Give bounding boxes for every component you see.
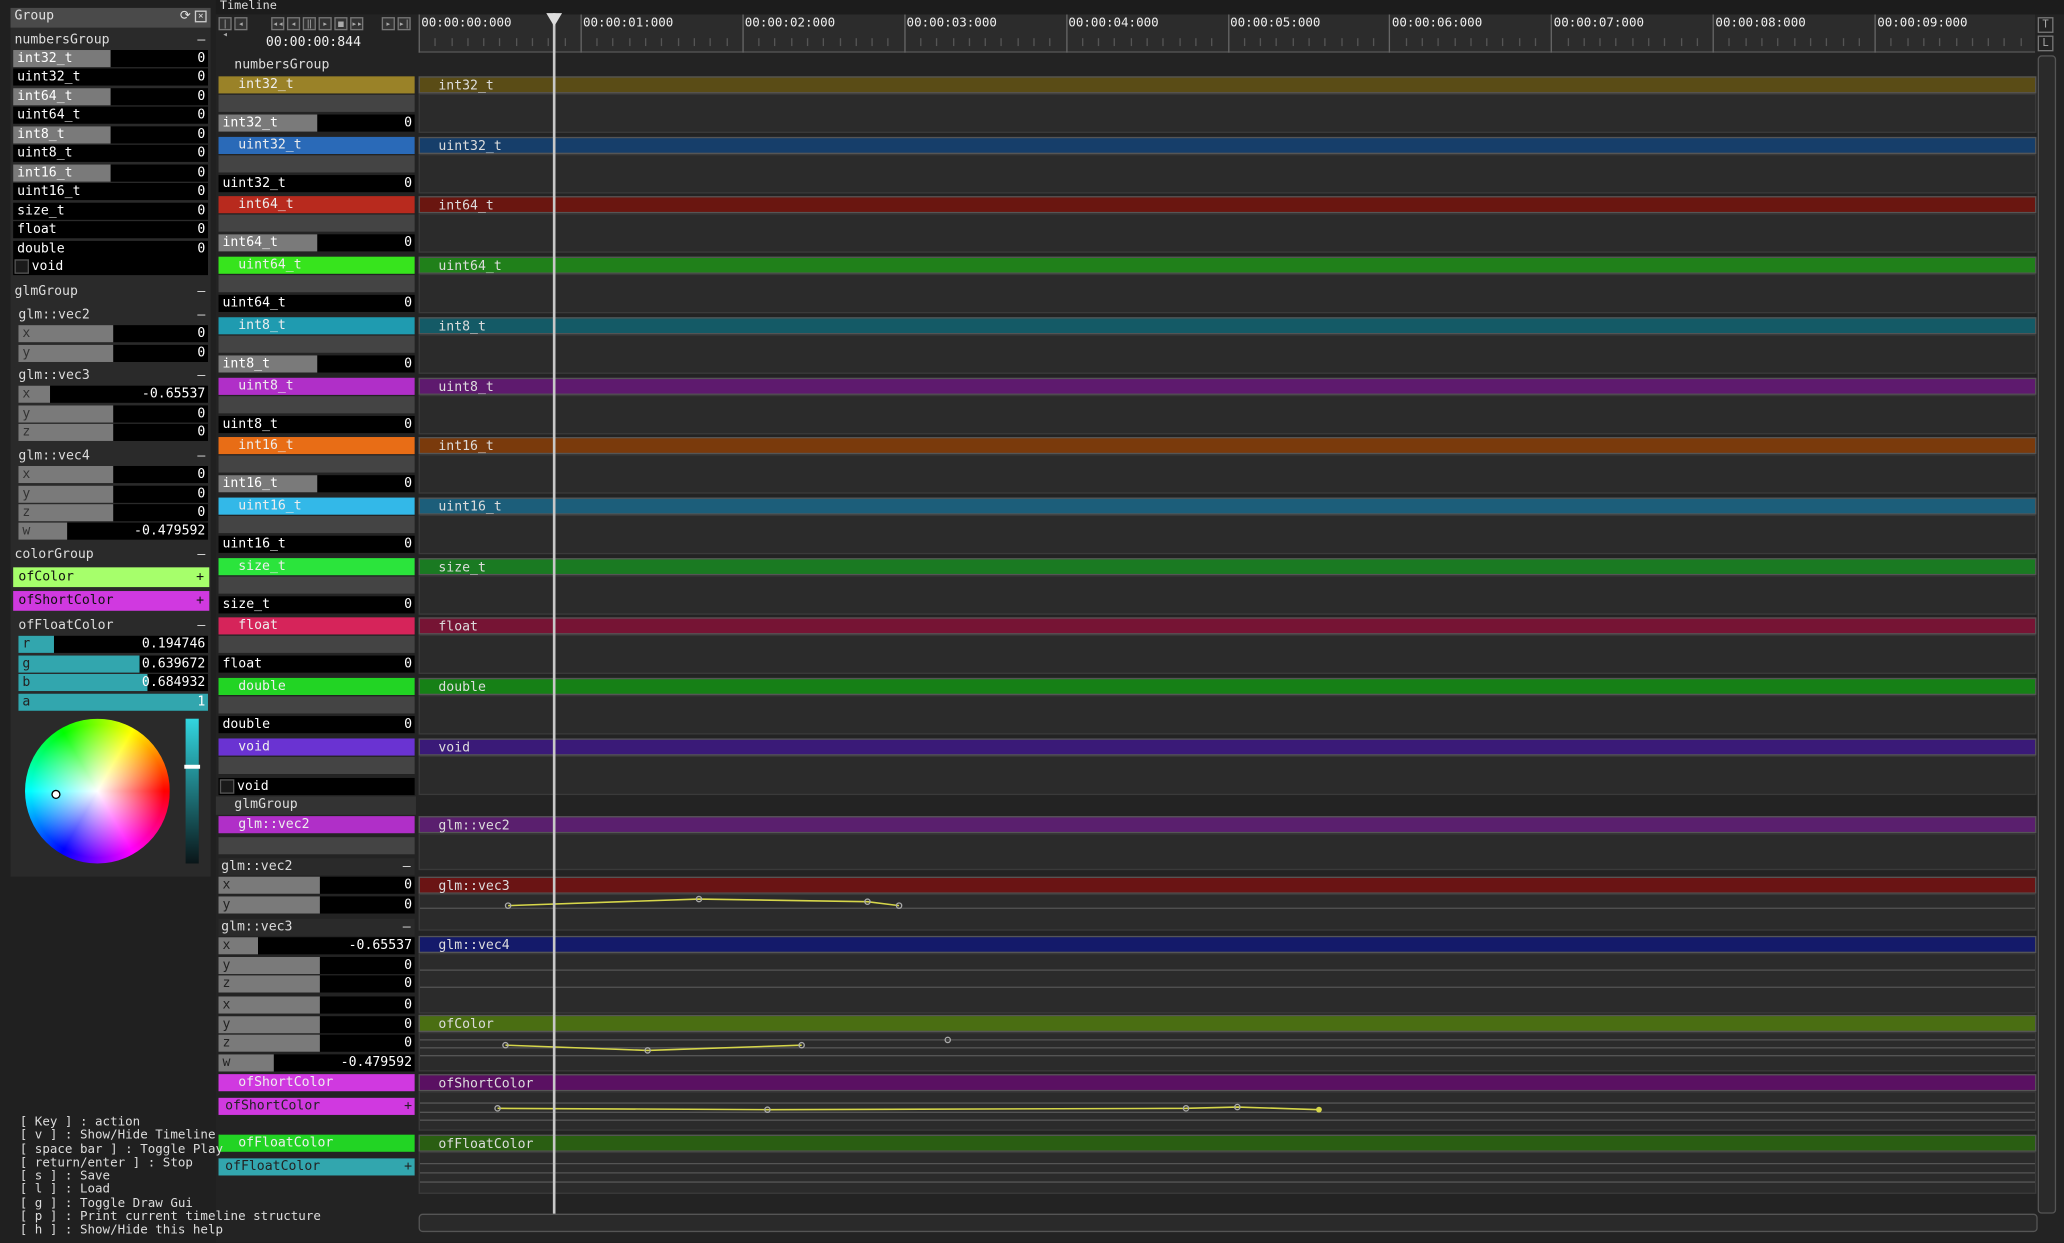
close-icon[interactable]: × (194, 10, 207, 23)
slider-value: 0 (197, 70, 206, 85)
brightness-handle[interactable] (184, 764, 201, 769)
keyframe-selected (1316, 1106, 1322, 1113)
slider-uint16-t[interactable]: uint16_t 0 (13, 183, 208, 201)
vec4-x-slider[interactable]: x0 (18, 465, 208, 484)
slider-int64-t[interactable]: int64_t 0 (13, 88, 208, 106)
slider-label: float (17, 222, 57, 238)
app-window: Group ⟳ × numbersGroup – int32_t 0 uint32_… (0, 0, 2064, 1243)
numbers-group-title: numbersGroup (14, 32, 110, 48)
slider-label: uint16_t (17, 184, 81, 199)
vec3-header[interactable]: glm::vec3 – (14, 367, 211, 385)
color-group-title: colorGroup (14, 547, 94, 563)
ofshortcolor-curve (497, 1106, 1319, 1111)
gui-header[interactable]: Group ⟳ × (10, 7, 211, 28)
help-overlay: [ Key ] : action[ v ] : Show/Hide Timeli… (19, 1115, 321, 1238)
slider-size-t[interactable]: size_t 0 (13, 202, 208, 220)
playhead-marker-icon[interactable] (546, 13, 563, 27)
vec3-y-slider[interactable]: y0 (18, 405, 208, 423)
keyframe-curves (419, 895, 2036, 1183)
color-b-slider[interactable]: b 0.684932 (18, 673, 208, 692)
color-group-header[interactable]: colorGroup – (10, 546, 211, 564)
vec3-curve (508, 898, 900, 907)
collapse-icon[interactable]: – (197, 283, 205, 300)
collapse-icon[interactable]: – (197, 307, 205, 324)
vec3-title: glm::vec3 (18, 368, 90, 384)
ofcolor-button[interactable]: ofColor + (13, 567, 210, 588)
vec2-title: glm::vec2 (18, 308, 90, 323)
slider-label: uint32_t (17, 70, 81, 85)
slider-uint8-t[interactable]: uint8_t 0 (13, 145, 208, 163)
slider-value: 0 (197, 222, 206, 238)
void-label: void (31, 259, 64, 274)
vec2-y-slider[interactable]: y0 (18, 344, 208, 362)
slider-float[interactable]: float 0 (13, 221, 208, 239)
slider-label: int8_t (17, 127, 65, 142)
slider-value: 0 (197, 127, 206, 142)
ofshortcolor-label: ofShortColor (18, 593, 114, 609)
ofcolor-label: ofColor (18, 569, 74, 585)
color-wheel[interactable] (25, 718, 170, 864)
slider-uint64-t[interactable]: uint64_t 0 (13, 107, 208, 125)
vec4-z-slider[interactable]: z0 (18, 504, 208, 522)
slider-value: 0 (197, 51, 206, 66)
vec4-title: glm::vec4 (18, 448, 90, 464)
glm-group-header[interactable]: glmGroup – (10, 283, 211, 301)
collapse-icon[interactable]: – (197, 367, 205, 384)
color-wheel-cursor[interactable] (51, 789, 61, 800)
slider-label: size_t (17, 203, 65, 218)
collapse-icon[interactable]: – (197, 546, 205, 563)
vec4-header[interactable]: glm::vec4 – (14, 447, 211, 465)
vec2-header[interactable]: glm::vec2 – (14, 306, 211, 324)
numbers-group-header[interactable]: numbersGroup – (10, 31, 211, 49)
slider-uint32-t[interactable]: uint32_t 0 (13, 69, 208, 87)
slider-label: int32_t (17, 51, 73, 66)
offloatcolor-header[interactable]: ofFloatColor – (14, 617, 211, 635)
ofshortcolor-button[interactable]: ofShortColor + (13, 591, 210, 611)
slider-label: uint8_t (17, 146, 73, 161)
slider-value: 0 (197, 108, 206, 123)
timeline-panel: Timeline |◂ ◂ ◂◂ ◂ ‖ ▸ ■ ▸▸ ▸ ▸| 00:00:0… (215, 0, 2064, 1243)
vec3-z-slider[interactable]: z0 (18, 423, 208, 441)
slider-value: 0 (197, 184, 206, 199)
help-line: [ v ] : Show/Hide Timeline (19, 1128, 216, 1143)
slider-value: 0 (197, 146, 206, 161)
color-a-slider[interactable]: a1 (18, 693, 208, 711)
slider-label: int64_t (17, 89, 73, 104)
expand-icon: + (196, 569, 205, 585)
slider-value: 0 (197, 241, 206, 257)
vec3-x-slider[interactable]: x -0.65537 (18, 385, 208, 403)
slider-value: 0 (197, 203, 206, 218)
glm-group-title: glmGroup (14, 284, 78, 299)
slider-double[interactable]: double 0 (13, 240, 208, 258)
refresh-icon[interactable]: ⟳ (180, 8, 191, 26)
brightness-slider[interactable] (184, 718, 201, 864)
vec4-w-slider[interactable]: w -0.479592 (18, 522, 208, 540)
gui-panel: Group ⟳ × numbersGroup – int32_t 0 uint32_… (10, 7, 211, 877)
vec2-x-slider[interactable]: x0 (18, 325, 208, 343)
slider-value: 0 (197, 89, 206, 104)
expand-icon: + (196, 593, 205, 609)
playhead[interactable] (552, 13, 556, 1214)
slider-label: uint64_t (17, 108, 81, 123)
slider-int16-t[interactable]: int16_t 0 (13, 164, 208, 182)
collapse-icon[interactable]: – (197, 32, 205, 49)
offloatcolor-title: ofFloatColor (18, 618, 114, 634)
gui-title: Group (14, 9, 55, 24)
checkbox[interactable] (14, 259, 29, 274)
collapse-icon[interactable]: – (197, 617, 205, 634)
color-g-slider[interactable]: g 0.639672 (18, 655, 208, 673)
collapse-icon[interactable]: – (197, 448, 205, 465)
slider-label: double (17, 241, 65, 257)
help-line: [ l ] : Load (19, 1182, 111, 1198)
vec4-y-slider[interactable]: y0 (18, 485, 208, 503)
slider-int32-t[interactable]: int32_t 0 (13, 50, 208, 68)
slider-label: int16_t (17, 165, 73, 180)
slider-value: 0 (197, 165, 206, 180)
color-r-slider[interactable]: r 0.194746 (18, 635, 208, 653)
help-line: [ h ] : Show/Hide this help (19, 1223, 224, 1238)
slider-int8-t[interactable]: int8_t 0 (13, 126, 208, 144)
void-toggle[interactable]: void (13, 258, 208, 276)
